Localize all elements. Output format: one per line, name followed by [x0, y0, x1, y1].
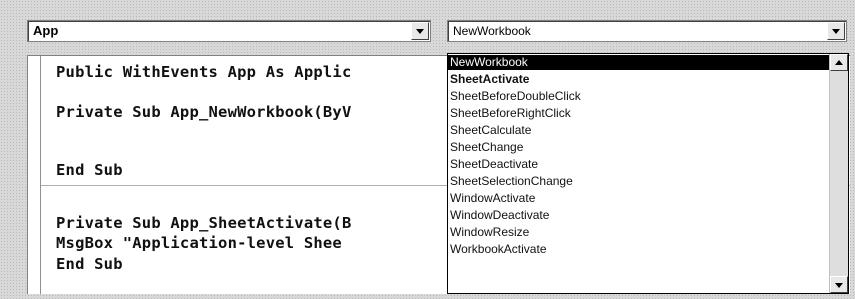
list-item-sheetactivate[interactable]: SheetActivate: [448, 72, 830, 87]
procedure-combo-value: NewWorkbook: [453, 24, 531, 38]
arrow-down-icon: [835, 283, 843, 288]
list-item-windowactivate[interactable]: WindowActivate: [448, 191, 830, 206]
procedure-combo-box[interactable]: NewWorkbook: [447, 20, 847, 42]
scroll-down-button[interactable]: [830, 276, 848, 293]
arrow-up-icon: [835, 60, 843, 65]
list-item-windowdeactivate[interactable]: WindowDeactivate: [448, 208, 830, 223]
chevron-down-icon: [416, 29, 424, 34]
code-line[interactable]: Private Sub App_SheetActivate(B: [56, 214, 352, 232]
list-item-sheetchange[interactable]: SheetChange: [448, 140, 830, 155]
code-line[interactable]: End Sub: [56, 255, 123, 273]
code-margin-gutter[interactable]: [28, 56, 41, 294]
procedure-dropdown-list[interactable]: NewWorkbook SheetActivate SheetBeforeDou…: [447, 53, 849, 294]
code-line[interactable]: Public WithEvents App As Applic: [56, 63, 352, 81]
code-line[interactable]: MsgBox "Application-level Shee: [56, 234, 342, 252]
list-item-sheetcalculate[interactable]: SheetCalculate: [448, 123, 830, 138]
list-item-sheetselectionchange[interactable]: SheetSelectionChange: [448, 174, 830, 189]
code-line[interactable]: Private Sub App_NewWorkbook(ByV: [56, 103, 352, 121]
scroll-up-button[interactable]: [830, 54, 848, 71]
object-combo-dropdown-button[interactable]: [411, 22, 429, 40]
list-item-sheetbeforedoubleclick[interactable]: SheetBeforeDoubleClick: [448, 89, 830, 104]
object-combo-value: App: [33, 23, 59, 38]
list-item-newworkbook[interactable]: NewWorkbook: [448, 55, 830, 70]
procedure-combo-dropdown-button[interactable]: [827, 22, 845, 40]
list-item-workbookactivate[interactable]: WorkbookActivate: [448, 242, 830, 257]
dropdown-scrollbar[interactable]: [829, 54, 848, 293]
list-item-windowresize[interactable]: WindowResize: [448, 225, 830, 240]
code-line[interactable]: End Sub: [56, 161, 123, 179]
chevron-down-icon: [832, 29, 840, 34]
list-item-sheetbeforerightclick[interactable]: SheetBeforeRightClick: [448, 106, 830, 121]
object-combo-box[interactable]: App: [27, 20, 431, 42]
list-item-sheetdeactivate[interactable]: SheetDeactivate: [448, 157, 830, 172]
